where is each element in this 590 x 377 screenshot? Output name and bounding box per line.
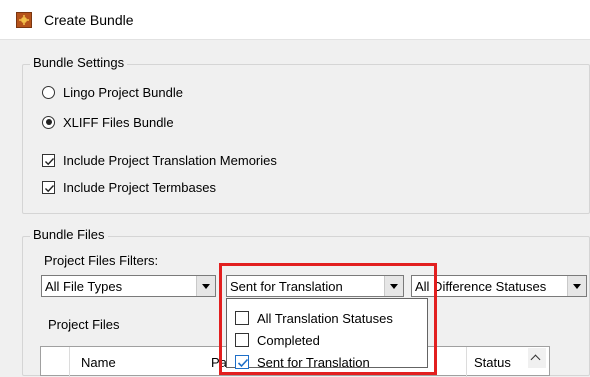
- translation-status-dropdown: All Translation Statuses Completed Sent …: [226, 298, 428, 371]
- window-title: Create Bundle: [44, 12, 134, 28]
- dropdown-option-all-statuses[interactable]: All Translation Statuses: [235, 309, 393, 327]
- title-bar: Create Bundle: [0, 0, 590, 40]
- translation-status-select[interactable]: Sent for Translation: [226, 275, 404, 297]
- checkbox-label: Include Project Termbases: [63, 179, 216, 195]
- checkbox-checked-icon: [42, 153, 55, 167]
- dropdown-arrow-icon[interactable]: [384, 276, 403, 296]
- option-label: Sent for Translation: [257, 354, 370, 370]
- dropdown-arrow-icon[interactable]: [567, 276, 586, 296]
- include-termbases-checkbox[interactable]: Include Project Termbases: [42, 178, 216, 196]
- bundle-files-legend: Bundle Files: [30, 227, 108, 242]
- select-value: All File Types: [45, 279, 123, 294]
- dropdown-option-completed[interactable]: Completed: [235, 331, 320, 349]
- project-files-label: Project Files: [48, 317, 120, 332]
- option-label: All Translation Statuses: [257, 310, 393, 326]
- lingo-project-bundle-radio[interactable]: Lingo Project Bundle: [42, 83, 183, 101]
- xliff-files-bundle-radio[interactable]: XLIFF Files Bundle: [42, 113, 174, 131]
- checkbox-unchecked-icon: [235, 311, 249, 325]
- checkbox-checked-icon: [235, 355, 249, 369]
- bundle-settings-legend: Bundle Settings: [30, 55, 128, 70]
- difference-status-select[interactable]: All Difference Statuses: [411, 275, 587, 297]
- file-type-select[interactable]: All File Types: [41, 275, 216, 297]
- checkbox-label: Include Project Translation Memories: [63, 152, 277, 168]
- app-icon: [16, 12, 32, 28]
- select-value: Sent for Translation: [230, 279, 343, 294]
- radio-icon: [42, 85, 55, 99]
- select-value: All Difference Statuses: [415, 279, 547, 294]
- radio-label: XLIFF Files Bundle: [63, 114, 174, 130]
- filters-label: Project Files Filters:: [44, 253, 159, 268]
- scroll-up-icon[interactable]: [528, 348, 546, 368]
- radio-selected-icon: [42, 115, 55, 129]
- dropdown-option-sent-for-translation[interactable]: Sent for Translation: [235, 353, 370, 371]
- checkbox-unchecked-icon: [235, 333, 249, 347]
- radio-label: Lingo Project Bundle: [63, 84, 183, 100]
- dropdown-arrow-icon[interactable]: [196, 276, 215, 296]
- checkbox-checked-icon: [42, 180, 55, 194]
- option-label: Completed: [257, 332, 320, 348]
- include-tm-checkbox[interactable]: Include Project Translation Memories: [42, 151, 277, 169]
